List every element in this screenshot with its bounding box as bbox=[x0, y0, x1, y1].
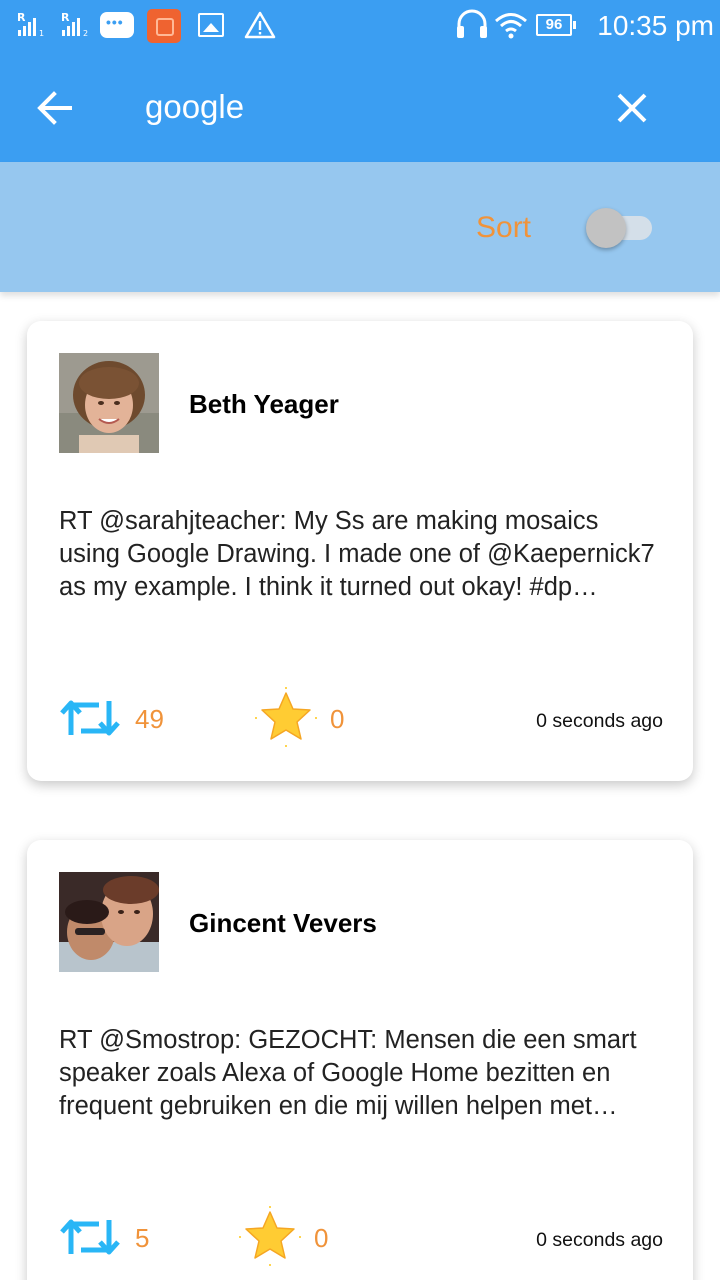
battery-indicator: 96 bbox=[536, 14, 576, 36]
tweet-time: 0 seconds ago bbox=[536, 1229, 663, 1251]
tweet-card[interactable]: Gincent Vevers RT @Smostrop: GEZOCHT: Me… bbox=[27, 840, 693, 1280]
avatar[interactable] bbox=[59, 353, 159, 453]
sort-label: Sort bbox=[476, 211, 532, 244]
signal-sim2-icon: R 2 bbox=[61, 11, 88, 38]
svg-text:R: R bbox=[17, 11, 26, 24]
signal-sim1-icon: R 1 bbox=[17, 11, 44, 38]
svg-text:1: 1 bbox=[39, 29, 44, 38]
sort-toggle[interactable] bbox=[586, 206, 656, 250]
back-arrow-icon[interactable] bbox=[30, 82, 82, 134]
tweet-author[interactable]: Gincent Vevers bbox=[189, 903, 377, 943]
warning-icon bbox=[244, 11, 276, 39]
tweet-stats: 49 0 0 seconds ago bbox=[59, 687, 663, 751]
status-clock: 10:35 pm bbox=[597, 10, 714, 41]
message-notification-icon bbox=[100, 12, 134, 38]
tweet-card[interactable]: Beth Yeager RT @sarahjteacher: My Ss are… bbox=[27, 321, 693, 781]
retweet-icon[interactable] bbox=[59, 695, 121, 741]
tweet-text: RT @sarahjteacher: My Ss are making mosa… bbox=[59, 507, 655, 601]
star-icon[interactable] bbox=[239, 1206, 301, 1268]
wifi-icon bbox=[495, 13, 527, 39]
status-bar: R 1 R 2 96 10:35 pm bbox=[0, 0, 720, 52]
sort-bar: Sort bbox=[0, 162, 720, 292]
retweet-icon[interactable] bbox=[59, 1214, 121, 1260]
search-toolbar: google bbox=[0, 52, 720, 162]
avatar-image bbox=[59, 872, 159, 972]
toggle-thumb bbox=[586, 208, 626, 248]
svg-text:2: 2 bbox=[83, 29, 88, 38]
retweet-count: 5 bbox=[135, 1223, 150, 1253]
close-icon[interactable] bbox=[604, 80, 660, 136]
svg-text:R: R bbox=[61, 11, 70, 24]
avatar[interactable] bbox=[59, 872, 159, 972]
tweet-time: 0 seconds ago bbox=[536, 710, 663, 732]
headset-icon bbox=[457, 9, 487, 38]
favorite-count: 0 bbox=[330, 704, 345, 734]
image-notification-icon bbox=[198, 13, 224, 37]
tweet-text: RT @Smostrop: GEZOCHT: Mensen die een sm… bbox=[59, 1026, 637, 1120]
tweet-author[interactable]: Beth Yeager bbox=[189, 384, 339, 424]
retweet-count: 49 bbox=[135, 704, 164, 734]
app-notification-icon bbox=[147, 9, 181, 43]
avatar-image bbox=[59, 353, 159, 453]
search-query[interactable]: google bbox=[145, 82, 244, 132]
favorite-count: 0 bbox=[314, 1223, 329, 1253]
star-icon[interactable] bbox=[255, 687, 317, 749]
tweet-stats: 5 0 0 seconds ago bbox=[59, 1206, 663, 1270]
